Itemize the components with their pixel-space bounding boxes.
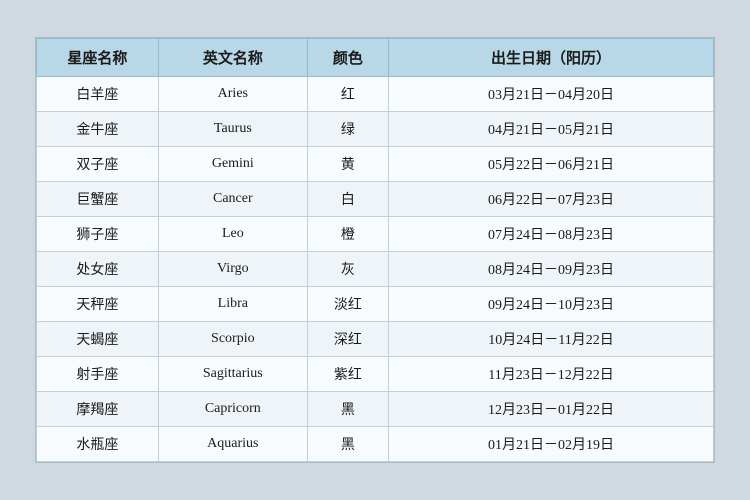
cell-english-name: Capricorn	[158, 392, 307, 427]
cell-chinese-name: 白羊座	[37, 77, 159, 112]
zodiac-table: 星座名称 英文名称 颜色 出生日期（阳历） 白羊座Aries红03月21日－04…	[36, 38, 714, 462]
header-date: 出生日期（阳历）	[389, 39, 714, 77]
cell-chinese-name: 摩羯座	[37, 392, 159, 427]
cell-chinese-name: 双子座	[37, 147, 159, 182]
cell-chinese-name: 天蝎座	[37, 322, 159, 357]
header-color: 颜色	[307, 39, 388, 77]
cell-chinese-name: 水瓶座	[37, 427, 159, 462]
table-body: 白羊座Aries红03月21日－04月20日金牛座Taurus绿04月21日－0…	[37, 77, 714, 462]
cell-color: 绿	[307, 112, 388, 147]
cell-english-name: Gemini	[158, 147, 307, 182]
cell-chinese-name: 射手座	[37, 357, 159, 392]
cell-date: 10月24日－11月22日	[389, 322, 714, 357]
cell-english-name: Virgo	[158, 252, 307, 287]
cell-date: 11月23日－12月22日	[389, 357, 714, 392]
table-header-row: 星座名称 英文名称 颜色 出生日期（阳历）	[37, 39, 714, 77]
cell-chinese-name: 天秤座	[37, 287, 159, 322]
cell-date: 09月24日－10月23日	[389, 287, 714, 322]
table-row: 金牛座Taurus绿04月21日－05月21日	[37, 112, 714, 147]
table-row: 处女座Virgo灰08月24日－09月23日	[37, 252, 714, 287]
table-row: 天秤座Libra淡红09月24日－10月23日	[37, 287, 714, 322]
table-row: 巨蟹座Cancer白06月22日－07月23日	[37, 182, 714, 217]
cell-english-name: Taurus	[158, 112, 307, 147]
cell-color: 黑	[307, 392, 388, 427]
cell-chinese-name: 金牛座	[37, 112, 159, 147]
cell-english-name: Cancer	[158, 182, 307, 217]
table-row: 射手座Sagittarius紫红11月23日－12月22日	[37, 357, 714, 392]
cell-date: 05月22日－06月21日	[389, 147, 714, 182]
table-row: 天蝎座Scorpio深红10月24日－11月22日	[37, 322, 714, 357]
cell-english-name: Leo	[158, 217, 307, 252]
table-row: 白羊座Aries红03月21日－04月20日	[37, 77, 714, 112]
table-row: 双子座Gemini黄05月22日－06月21日	[37, 147, 714, 182]
cell-color: 白	[307, 182, 388, 217]
cell-english-name: Aries	[158, 77, 307, 112]
cell-color: 黑	[307, 427, 388, 462]
cell-chinese-name: 处女座	[37, 252, 159, 287]
cell-date: 08月24日－09月23日	[389, 252, 714, 287]
cell-english-name: Scorpio	[158, 322, 307, 357]
cell-color: 黄	[307, 147, 388, 182]
cell-date: 07月24日－08月23日	[389, 217, 714, 252]
cell-color: 红	[307, 77, 388, 112]
cell-chinese-name: 狮子座	[37, 217, 159, 252]
cell-color: 紫红	[307, 357, 388, 392]
header-chinese-name: 星座名称	[37, 39, 159, 77]
cell-color: 灰	[307, 252, 388, 287]
cell-date: 06月22日－07月23日	[389, 182, 714, 217]
table-row: 摩羯座Capricorn黑12月23日－01月22日	[37, 392, 714, 427]
table-row: 狮子座Leo橙07月24日－08月23日	[37, 217, 714, 252]
cell-color: 橙	[307, 217, 388, 252]
cell-english-name: Aquarius	[158, 427, 307, 462]
cell-date: 04月21日－05月21日	[389, 112, 714, 147]
cell-date: 12月23日－01月22日	[389, 392, 714, 427]
table-row: 水瓶座Aquarius黑01月21日－02月19日	[37, 427, 714, 462]
cell-color: 深红	[307, 322, 388, 357]
cell-chinese-name: 巨蟹座	[37, 182, 159, 217]
cell-color: 淡红	[307, 287, 388, 322]
cell-date: 01月21日－02月19日	[389, 427, 714, 462]
cell-date: 03月21日－04月20日	[389, 77, 714, 112]
zodiac-table-container: 星座名称 英文名称 颜色 出生日期（阳历） 白羊座Aries红03月21日－04…	[35, 37, 715, 463]
header-english-name: 英文名称	[158, 39, 307, 77]
cell-english-name: Sagittarius	[158, 357, 307, 392]
cell-english-name: Libra	[158, 287, 307, 322]
